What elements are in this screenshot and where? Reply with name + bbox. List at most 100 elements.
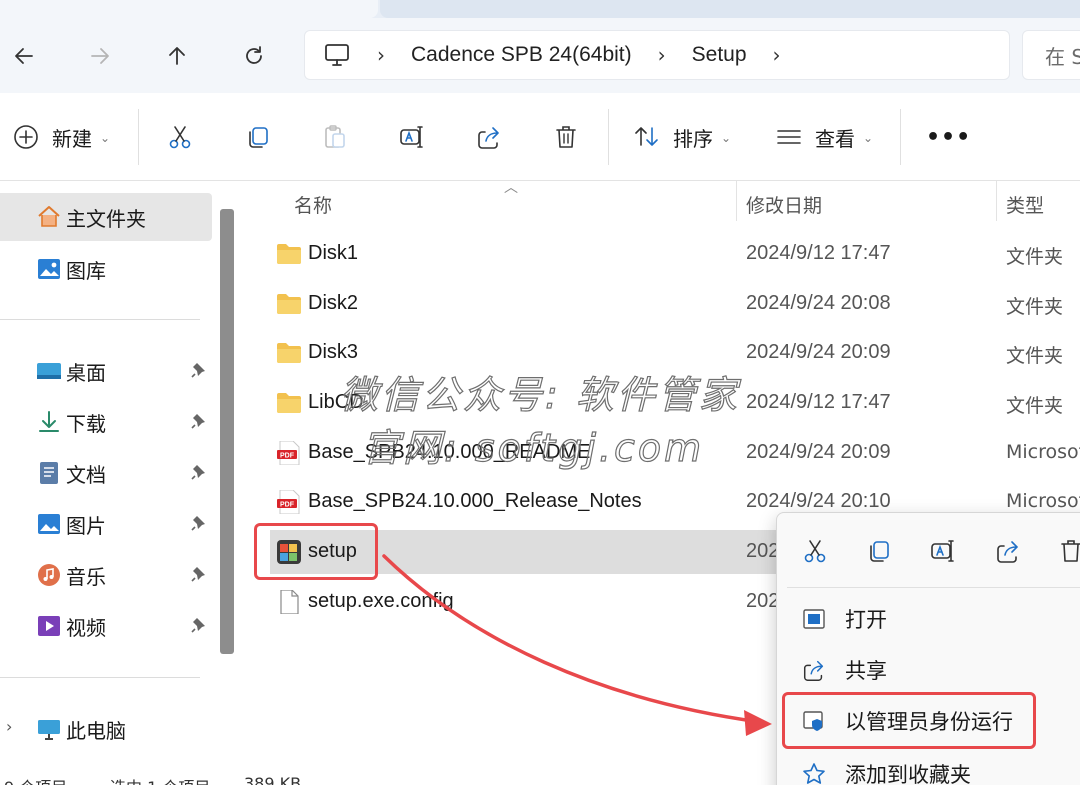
chevron-right-icon[interactable]: › <box>658 43 666 67</box>
status-item-count: 9 个项目 <box>4 774 67 785</box>
refresh-button[interactable] <box>234 36 274 76</box>
menu-item-open[interactable]: 打开 <box>787 596 1080 642</box>
sidebar-item-gallery[interactable]: 图库 <box>0 245 212 293</box>
more-options-button[interactable]: ••• <box>926 115 971 159</box>
share-icon[interactable] <box>994 537 1022 565</box>
sidebar-item-label: 图片 <box>66 513 106 538</box>
documents-icon <box>36 460 62 486</box>
sort-button[interactable]: 排序 ⌄ <box>633 115 731 159</box>
chevron-down-icon: ⌄ <box>721 131 732 145</box>
pin-icon[interactable] <box>190 412 208 430</box>
chevron-down-icon: ⌄ <box>863 131 874 145</box>
file-type: Microsof <box>1006 490 1080 512</box>
new-button[interactable]: 新建 ⌄ <box>12 115 110 159</box>
folder-icon <box>277 343 301 363</box>
file-date: 2024/9/24 20:09 <box>746 341 891 363</box>
file-date: 2024/9/12 17:47 <box>746 242 891 264</box>
trash-icon[interactable] <box>1057 537 1080 565</box>
forward-button[interactable] <box>80 36 120 76</box>
column-divider[interactable] <box>996 181 997 221</box>
pin-icon[interactable] <box>190 616 208 634</box>
file-date: 202 <box>746 590 780 612</box>
sidebar-item-this-pc[interactable]: 此电脑 <box>0 705 212 753</box>
table-row[interactable]: Disk1 2024/9/12 17:47 文件夹 <box>270 232 1080 276</box>
sidebar-item-home[interactable]: 主文件夹 <box>0 193 212 241</box>
active-tab[interactable] <box>0 0 378 18</box>
column-header-modified[interactable]: 修改日期 <box>746 191 822 218</box>
copy-icon <box>249 127 268 148</box>
file-date: 2024/9/12 17:47 <box>746 391 891 413</box>
pin-icon[interactable] <box>190 514 208 532</box>
address-bar[interactable]: › Cadence SPB 24(64bit) › Setup › <box>304 30 1010 80</box>
rename-icon[interactable] <box>929 537 957 565</box>
back-button[interactable] <box>4 36 44 76</box>
copy-icon[interactable] <box>865 537 893 565</box>
status-selected-count: 选中 1 个项目 <box>110 774 210 785</box>
column-header-type[interactable]: 类型 <box>1006 191 1044 218</box>
folder-icon <box>277 244 301 264</box>
pdf-icon: PDF <box>277 490 300 514</box>
table-row[interactable]: PDF Base_SPB24.10.000_README 2024/9/24 2… <box>270 431 1080 475</box>
toolbar-divider <box>608 109 609 165</box>
sort-label: 排序 <box>673 126 713 151</box>
pin-icon[interactable] <box>190 463 208 481</box>
share-button[interactable] <box>475 115 503 159</box>
breadcrumb-setup[interactable]: Setup <box>692 43 747 67</box>
sidebar-item-music[interactable]: 音乐 <box>0 551 212 599</box>
sidebar-scrollbar[interactable] <box>220 209 234 654</box>
paste-icon <box>325 125 345 148</box>
delete-button[interactable] <box>552 115 580 159</box>
file-date: 2024/9/24 20:10 <box>746 490 891 512</box>
folder-icon <box>277 294 301 314</box>
table-row[interactable]: LibCD 2024/9/12 17:47 文件夹 <box>270 381 1080 425</box>
sidebar-divider <box>0 319 200 320</box>
tab-area <box>380 0 1080 18</box>
menu-item-share[interactable]: 共享 <box>787 647 1080 693</box>
pin-icon[interactable] <box>190 565 208 583</box>
share-icon <box>803 660 824 681</box>
search-input[interactable]: 在 S <box>1022 30 1080 80</box>
gallery-icon <box>36 256 62 282</box>
sidebar-item-videos[interactable]: 视频 <box>0 602 212 650</box>
menu-item-label: 打开 <box>845 608 887 632</box>
cut-button[interactable] <box>166 115 194 159</box>
rename-button[interactable] <box>398 115 426 159</box>
sidebar-item-label: 视频 <box>66 615 106 640</box>
sidebar-divider <box>0 677 200 678</box>
sidebar-item-downloads[interactable]: 下载 <box>0 398 212 446</box>
pdf-icon: PDF <box>277 441 300 465</box>
scissors-icon[interactable] <box>801 537 829 565</box>
chevron-right-icon[interactable]: › <box>773 43 781 67</box>
breadcrumb-cadence[interactable]: Cadence SPB 24(64bit) <box>411 43 632 67</box>
pin-icon[interactable] <box>190 361 208 379</box>
sidebar-item-desktop[interactable]: 桌面 <box>0 347 212 395</box>
table-row[interactable]: Disk2 2024/9/24 20:08 文件夹 <box>270 282 1080 326</box>
rename-icon <box>400 126 423 148</box>
table-row[interactable]: Disk3 2024/9/24 20:09 文件夹 <box>270 331 1080 375</box>
context-quick-actions <box>777 529 1080 573</box>
file-name: Disk1 <box>308 242 359 264</box>
file-date: 202 <box>746 540 780 562</box>
file-date: 2024/9/24 20:09 <box>746 441 891 463</box>
column-divider[interactable] <box>736 181 737 221</box>
sidebar-item-documents[interactable]: 文档 <box>0 449 212 497</box>
back-arrow-icon <box>15 48 33 64</box>
sidebar-item-pictures[interactable]: 图片 <box>0 500 212 548</box>
chevron-down-icon: ⌄ <box>100 131 111 145</box>
open-window-icon <box>803 609 825 629</box>
sidebar-item-label: 桌面 <box>66 360 106 385</box>
view-list-icon <box>777 130 801 144</box>
chevron-right-icon[interactable]: › <box>377 43 385 67</box>
column-header-name[interactable]: 名称 <box>294 191 332 218</box>
view-label: 查看 <box>815 126 855 151</box>
view-button[interactable]: 查看 ⌄ <box>775 115 873 159</box>
file-name: setup.exe.config <box>308 590 454 612</box>
copy-button[interactable] <box>244 115 272 159</box>
file-date: 2024/9/24 20:08 <box>746 292 891 314</box>
menu-item-add-favorite[interactable]: 添加到收藏夹 <box>787 751 1080 785</box>
sidebar-item-label: 主文件夹 <box>66 206 146 231</box>
up-arrow-icon <box>169 47 185 65</box>
paste-button[interactable] <box>321 115 349 159</box>
up-button[interactable] <box>157 36 197 76</box>
sidebar-item-label: 下载 <box>66 411 106 436</box>
